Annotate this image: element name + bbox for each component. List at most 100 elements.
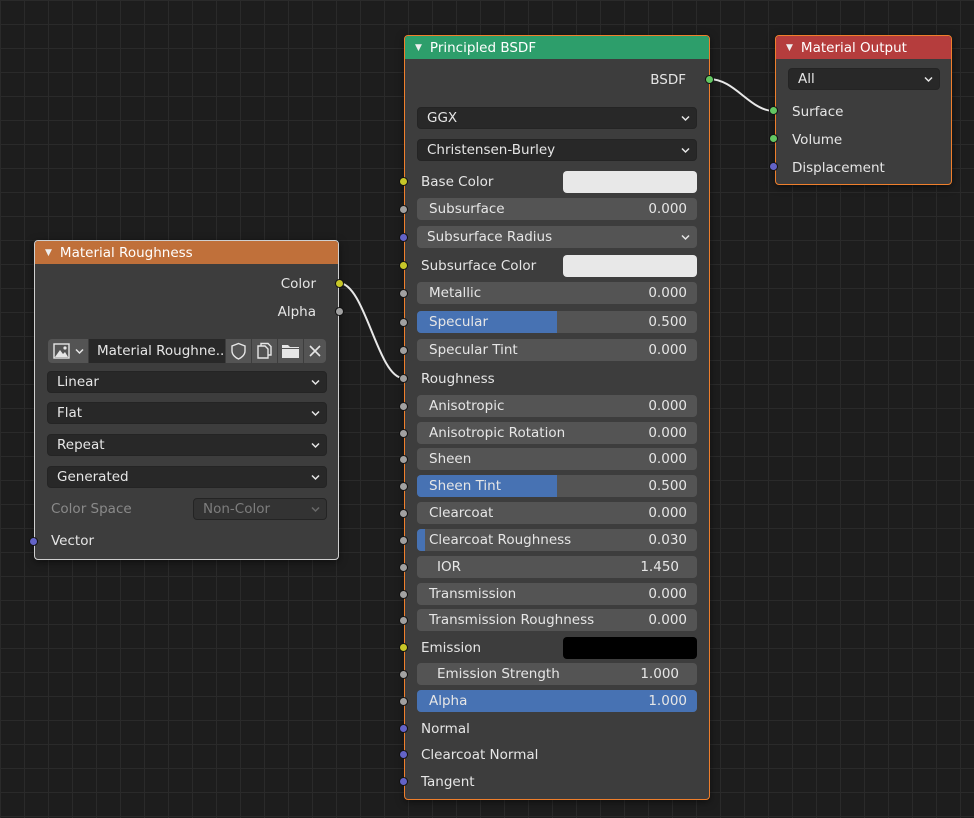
transmission-slider[interactable]: Transmission 0.000: [417, 583, 697, 605]
bsdf-output-socket[interactable]: [705, 75, 714, 84]
image-name-field[interactable]: Material Roughne...: [89, 339, 225, 363]
clearcoat-socket[interactable]: [399, 509, 408, 518]
subsurface-slider[interactable]: Subsurface 0.000: [417, 198, 697, 220]
chevron-down-icon: [311, 379, 320, 386]
chevron-down-icon: [681, 147, 690, 154]
bsdf-node-header[interactable]: ▼ Principled BSDF: [405, 36, 709, 59]
chevron-down-icon: [311, 474, 320, 481]
base-color-swatch[interactable]: [563, 171, 697, 193]
bsdf-node-title: Principled BSDF: [429, 39, 537, 56]
extension-dropdown[interactable]: Repeat: [47, 434, 327, 456]
alpha-socket[interactable]: [399, 697, 408, 706]
subsurface-color-swatch[interactable]: [563, 255, 697, 277]
texture-alpha-output-socket[interactable]: [335, 307, 344, 316]
collapse-triangle-icon[interactable]: ▼: [786, 43, 793, 53]
normal-socket[interactable]: [399, 724, 408, 733]
color-space-dropdown[interactable]: Non-Color: [193, 498, 327, 520]
subsurface-method-dropdown[interactable]: Christensen-Burley: [417, 139, 697, 161]
open-image-button[interactable]: [278, 339, 303, 363]
fake-user-button[interactable]: [226, 339, 251, 363]
emission-strength-field[interactable]: Emission Strength 1.000: [417, 663, 697, 685]
emission-color-swatch[interactable]: [563, 637, 697, 659]
link-color-to-roughness: [338, 282, 404, 379]
material-output-node[interactable]: ▼ Material Output All Surface Volume Dis…: [775, 35, 952, 185]
output-bsdf-label: BSDF: [650, 72, 686, 88]
chevron-down-icon: [311, 442, 320, 449]
clearcoat-roughness-socket[interactable]: [399, 536, 408, 545]
clearcoat-roughness-slider[interactable]: Clearcoat Roughness 0.030: [417, 529, 697, 551]
subsurface-color-label: Subsurface Color: [421, 258, 537, 274]
subsurface-radius-socket[interactable]: [399, 233, 408, 242]
collapse-triangle-icon[interactable]: ▼: [415, 43, 422, 53]
image-selector[interactable]: Material Roughne...: [48, 339, 326, 363]
ior-field[interactable]: IOR 1.450: [417, 556, 697, 578]
texture-node-header[interactable]: ▼ Material Roughness: [35, 241, 338, 264]
chevron-down-icon: [681, 115, 690, 122]
collapse-triangle-icon[interactable]: ▼: [45, 248, 52, 258]
chevron-down-icon: [311, 410, 320, 417]
sheen-tint-socket[interactable]: [399, 482, 408, 491]
metallic-slider[interactable]: Metallic 0.000: [417, 282, 697, 304]
specular-socket[interactable]: [399, 318, 408, 327]
output-node-header[interactable]: ▼ Material Output: [776, 36, 951, 59]
output-node-title: Material Output: [800, 39, 907, 56]
folder-icon: [282, 345, 299, 358]
specular-tint-slider[interactable]: Specular Tint 0.000: [417, 339, 697, 361]
chevron-down-icon: [311, 506, 320, 513]
output-alpha-label: Alpha: [277, 304, 316, 320]
subsurface-color-socket[interactable]: [399, 261, 408, 270]
specular-tint-socket[interactable]: [399, 346, 408, 355]
clearcoat-normal-label: Clearcoat Normal: [421, 747, 539, 763]
image-texture-node[interactable]: ▼ Material Roughness Color Alpha Materia…: [34, 240, 339, 560]
emission-label: Emission: [421, 640, 482, 656]
chevron-down-icon: [681, 234, 690, 241]
roughness-socket[interactable]: [399, 374, 408, 383]
transmission-roughness-socket[interactable]: [399, 616, 408, 625]
emission-socket[interactable]: [399, 643, 408, 652]
specular-slider[interactable]: Specular 0.500: [417, 311, 697, 333]
duplicate-icon: [257, 342, 272, 359]
texture-color-output-socket[interactable]: [335, 279, 344, 288]
new-image-button[interactable]: [252, 339, 277, 363]
surface-input-socket[interactable]: [769, 106, 778, 115]
output-color-label: Color: [280, 276, 316, 292]
anisotropic-slider[interactable]: Anisotropic 0.000: [417, 395, 697, 417]
anisotropic-rotation-slider[interactable]: Anisotropic Rotation 0.000: [417, 422, 697, 444]
projection-dropdown[interactable]: Flat: [47, 402, 327, 424]
transmission-socket[interactable]: [399, 590, 408, 599]
anisotropic-rotation-socket[interactable]: [399, 429, 408, 438]
clearcoat-normal-socket[interactable]: [399, 750, 408, 759]
ior-socket[interactable]: [399, 563, 408, 572]
transmission-roughness-slider[interactable]: Transmission Roughness 0.000: [417, 609, 697, 631]
displacement-input-socket[interactable]: [769, 162, 778, 171]
base-color-label: Base Color: [421, 174, 494, 190]
chevron-down-icon: [924, 76, 933, 83]
base-color-socket[interactable]: [399, 177, 408, 186]
output-target-dropdown[interactable]: All: [788, 68, 940, 90]
image-browse-button[interactable]: [48, 339, 88, 363]
tangent-socket[interactable]: [399, 777, 408, 786]
subsurface-socket[interactable]: [399, 205, 408, 214]
clearcoat-slider[interactable]: Clearcoat 0.000: [417, 502, 697, 524]
interpolation-dropdown[interactable]: Linear: [47, 371, 327, 393]
sheen-slider[interactable]: Sheen 0.000: [417, 448, 697, 470]
sheen-socket[interactable]: [399, 455, 408, 464]
emission-strength-socket[interactable]: [399, 670, 408, 679]
color-space-label: Color Space: [51, 501, 132, 517]
metallic-socket[interactable]: [399, 289, 408, 298]
image-icon: [53, 343, 70, 359]
principled-bsdf-node[interactable]: ▼ Principled BSDF BSDF GGX Christensen-B…: [404, 35, 710, 800]
source-dropdown[interactable]: Generated: [47, 466, 327, 488]
tangent-label: Tangent: [421, 774, 475, 790]
surface-input-label: Surface: [792, 104, 844, 120]
alpha-slider[interactable]: Alpha 1.000: [417, 690, 697, 712]
roughness-label: Roughness: [421, 371, 495, 387]
distribution-dropdown[interactable]: GGX: [417, 107, 697, 129]
subsurface-radius-dropdown[interactable]: Subsurface Radius: [417, 226, 697, 248]
unlink-image-button[interactable]: [304, 339, 326, 363]
volume-input-socket[interactable]: [769, 134, 778, 143]
texture-vector-input-socket[interactable]: [29, 537, 38, 546]
anisotropic-socket[interactable]: [399, 402, 408, 411]
sheen-tint-slider[interactable]: Sheen Tint 0.500: [417, 475, 697, 497]
volume-input-label: Volume: [792, 132, 843, 148]
